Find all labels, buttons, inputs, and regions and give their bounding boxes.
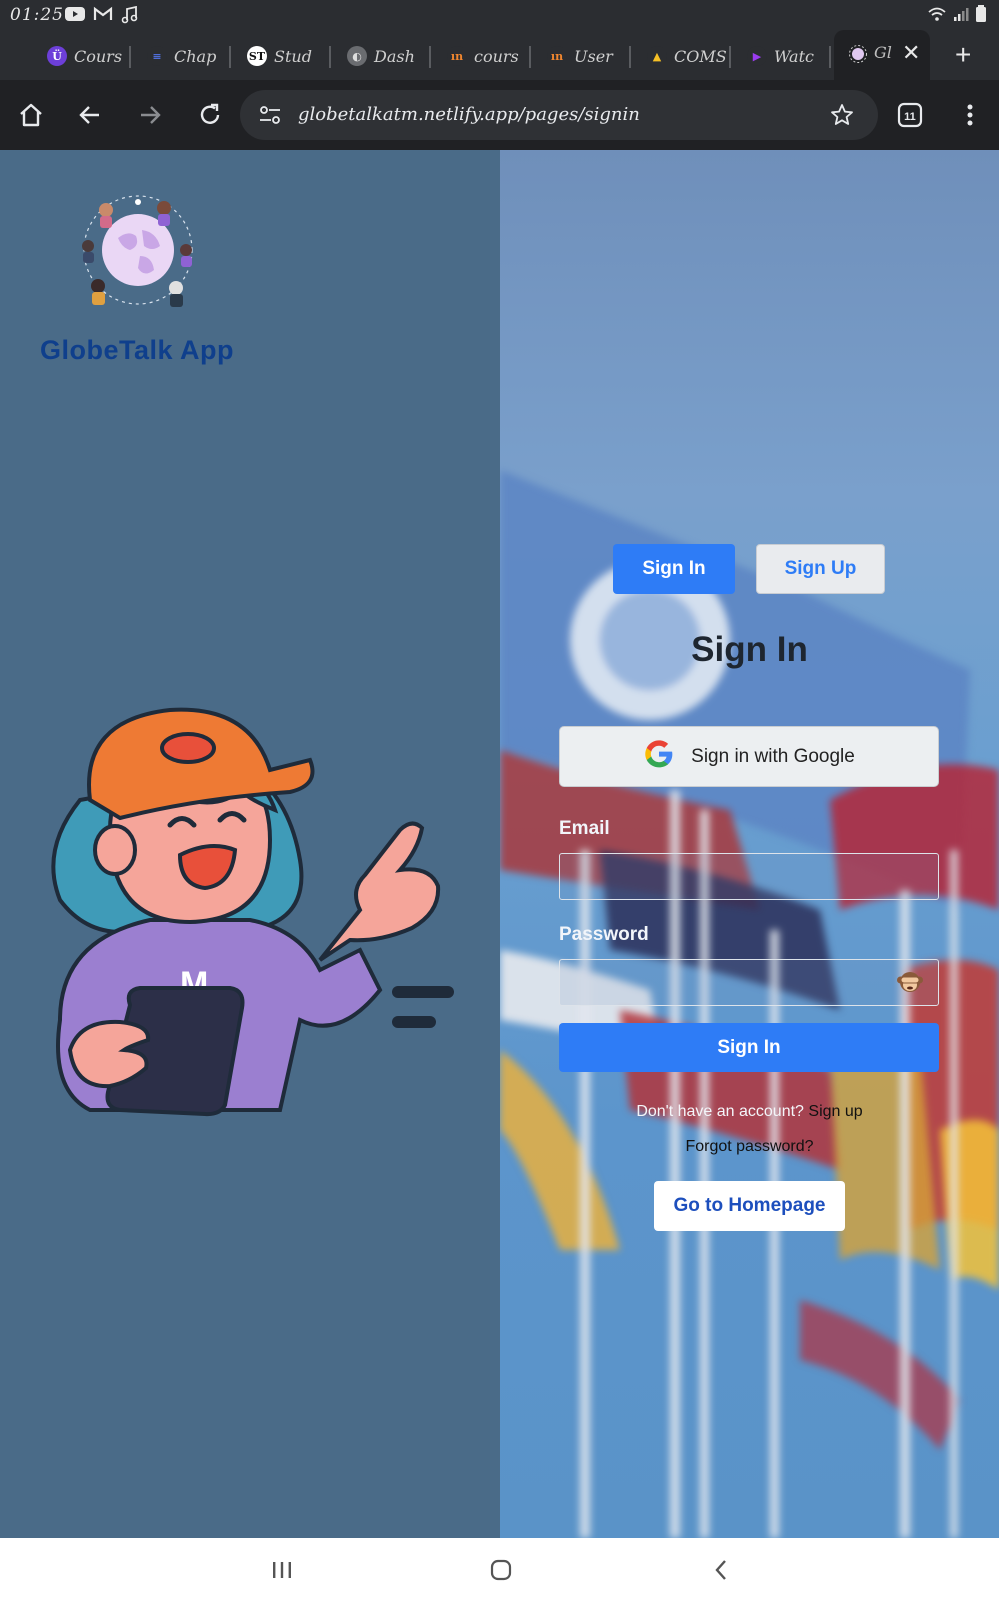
tab-3[interactable]: ◐ Dash xyxy=(333,38,431,74)
tab-label: Chap xyxy=(174,46,217,66)
close-tab-icon[interactable]: ✕ xyxy=(902,40,920,66)
drive-icon: ▲ xyxy=(647,46,667,66)
home-icon[interactable] xyxy=(16,100,46,130)
tab-separator xyxy=(129,46,131,68)
tab-signin-button[interactable]: Sign In xyxy=(613,544,735,594)
password-field[interactable] xyxy=(559,959,939,1006)
status-notification-icons xyxy=(65,5,139,29)
tab-strip: Ü Cours ≡ Chap ST Stud ◐ Dash ın cours ın User ▲ COMS… xyxy=(0,30,999,80)
form-title: Sign In xyxy=(691,630,808,669)
home-nav-icon[interactable] xyxy=(487,1556,515,1584)
tab-4[interactable]: ın cours xyxy=(433,38,531,74)
google-signin-button[interactable]: Sign in with Google xyxy=(559,726,939,787)
forward-icon[interactable] xyxy=(135,100,165,130)
signup-link[interactable]: Sign up xyxy=(808,1103,862,1120)
email-label: Email xyxy=(559,818,610,839)
tab-6[interactable]: ▲ COMS xyxy=(633,38,731,74)
tab-active-label: Gl xyxy=(874,43,892,62)
tab-separator xyxy=(329,46,331,68)
tab-separator xyxy=(729,46,731,68)
music-icon xyxy=(121,5,139,29)
no-account-text: Don't have an account? xyxy=(636,1103,804,1120)
bookmark-star-icon[interactable] xyxy=(830,103,854,132)
system-navigation-bar xyxy=(0,1538,999,1599)
web-page: GlobeTalk App M Sign In Sign Up Sign In … xyxy=(0,150,999,1538)
tab-label: COMS xyxy=(674,46,727,66)
left-panel: GlobeTalk App M xyxy=(0,150,500,1538)
tab-label: Dash xyxy=(374,46,415,66)
tab-2[interactable]: ST Stud xyxy=(233,38,331,74)
back-icon[interactable] xyxy=(75,100,105,130)
tab-separator xyxy=(429,46,431,68)
forgot-password-link[interactable]: Forgot password? xyxy=(500,1138,999,1156)
more-menu-icon[interactable] xyxy=(955,100,985,130)
globetalk-logo xyxy=(78,190,198,310)
signup-prompt: Don't have an account? Sign up xyxy=(500,1103,999,1121)
site-settings-icon[interactable] xyxy=(258,104,282,131)
url-text[interactable]: globetalkatm.netlify.app/pages/signin xyxy=(298,104,640,125)
tab-separator xyxy=(829,46,831,68)
tab-label: Cours xyxy=(74,46,123,66)
tab-separator xyxy=(229,46,231,68)
tab-1[interactable]: ≡ Chap xyxy=(133,38,231,74)
tab-0[interactable]: Ü Cours xyxy=(33,38,131,74)
google-signin-label: Sign in with Google xyxy=(691,745,855,767)
tab-label: User xyxy=(574,46,613,66)
play-icon: ▶ xyxy=(747,46,767,66)
globetalk-favicon-icon xyxy=(848,44,868,69)
tab-label: cours xyxy=(474,46,519,66)
signin-submit-button[interactable]: Sign In xyxy=(559,1023,939,1072)
battery-icon xyxy=(975,5,987,28)
flags-background xyxy=(500,150,999,1538)
tab-separator xyxy=(629,46,631,68)
brand-title: GlobeTalk App xyxy=(40,335,235,365)
recent-apps-icon[interactable] xyxy=(268,1556,296,1584)
password-label: Password xyxy=(559,924,649,945)
course-icon: Ü xyxy=(47,46,67,66)
tab-label: Watc xyxy=(774,46,814,66)
tab-switcher-icon[interactable]: 11 xyxy=(895,100,925,130)
status-time: 01:25 xyxy=(10,5,64,25)
tab-active[interactable]: Gl ✕ xyxy=(834,30,930,80)
tab-label: Stud xyxy=(274,46,312,66)
tab-7[interactable]: ▶ Watc xyxy=(733,38,831,74)
tab-5[interactable]: ın User xyxy=(533,38,631,74)
youtube-icon xyxy=(65,6,85,29)
tab-signup-button[interactable]: Sign Up xyxy=(756,544,885,594)
browser-toolbar: globetalkatm.netlify.app/pages/signin 11 xyxy=(0,80,999,150)
back-nav-icon[interactable] xyxy=(707,1556,735,1584)
google-logo-icon xyxy=(643,738,675,776)
tab-separator xyxy=(529,46,531,68)
gmail-icon xyxy=(93,6,113,29)
status-bar: 01:25 xyxy=(0,0,999,30)
chapter-icon: ≡ xyxy=(147,46,167,66)
email-field[interactable] xyxy=(559,853,939,900)
pointing-girl-illustration: M xyxy=(20,690,480,1130)
see-no-evil-monkey-icon[interactable] xyxy=(897,968,923,994)
svg-text:11: 11 xyxy=(904,111,916,123)
wifi-icon xyxy=(927,6,947,27)
in-icon: ın xyxy=(447,46,467,66)
reload-icon[interactable] xyxy=(195,100,225,130)
signal-icon xyxy=(953,6,969,27)
new-tab-icon[interactable]: + xyxy=(955,41,971,69)
globe-icon: ◐ xyxy=(347,46,367,66)
address-bar[interactable]: globetalkatm.netlify.app/pages/signin xyxy=(240,90,878,140)
st-icon: ST xyxy=(247,46,267,66)
go-to-homepage-button[interactable]: Go to Homepage xyxy=(654,1181,845,1231)
in-icon: ın xyxy=(547,46,567,66)
status-system-icons xyxy=(927,5,987,28)
